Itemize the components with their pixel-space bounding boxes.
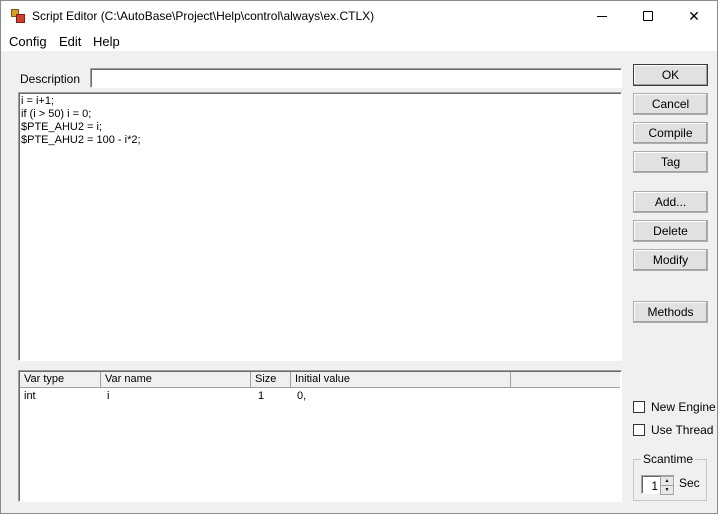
- close-button[interactable]: ✕: [671, 1, 717, 31]
- column-header-size[interactable]: Size: [251, 372, 291, 388]
- scantime-spinner[interactable]: 1 ▲ ▼: [641, 475, 675, 495]
- scantime-unit: Sec: [679, 476, 700, 490]
- cell-var-name: i: [107, 390, 110, 402]
- use-thread-checkbox[interactable]: Use Thread: [633, 423, 713, 437]
- column-header-var-name[interactable]: Var name: [101, 372, 251, 388]
- script-editor[interactable]: i = i+1; if (i > 50) i = 0; $PTE_AHU2 = …: [18, 92, 622, 361]
- variables-list[interactable]: Var type Var name Size Initial value int…: [18, 370, 622, 502]
- variables-header: Var type Var name Size Initial value: [20, 372, 620, 388]
- cancel-button[interactable]: Cancel: [633, 93, 708, 115]
- script-line: $PTE_AHU2 = i;: [21, 121, 103, 133]
- menu-bar: Config Edit Help: [1, 31, 717, 51]
- scantime-group: Scantime 1 ▲ ▼ Sec: [633, 452, 707, 501]
- script-line: $PTE_AHU2 = 100 - i*2;: [21, 134, 141, 146]
- compile-button[interactable]: Compile: [633, 122, 708, 144]
- new-engine-checkbox[interactable]: New Engine: [633, 400, 716, 414]
- menu-config[interactable]: Config: [9, 34, 47, 49]
- spin-down-icon[interactable]: ▼: [661, 486, 673, 494]
- table-row[interactable]: int i 1 0,: [20, 390, 620, 404]
- maximize-button[interactable]: [625, 1, 671, 31]
- script-line: if (i > 50) i = 0;: [21, 108, 92, 120]
- title-bar[interactable]: Script Editor (C:\AutoBase\Project\Help\…: [1, 1, 717, 31]
- spin-buttons: ▲ ▼: [660, 476, 674, 495]
- menu-help[interactable]: Help: [93, 34, 120, 49]
- cell-size: 1: [258, 390, 265, 402]
- column-header-var-type[interactable]: Var type: [20, 372, 101, 388]
- app-icon: [11, 9, 25, 23]
- modify-button[interactable]: Modify: [633, 249, 708, 271]
- cell-initial-value: 0,: [297, 390, 307, 402]
- maximize-icon: [643, 11, 653, 21]
- script-line: i = i+1;: [21, 95, 55, 107]
- use-thread-checkbox-box[interactable]: [633, 424, 645, 436]
- tag-button[interactable]: Tag: [633, 151, 708, 173]
- new-engine-checkbox-box[interactable]: [633, 401, 645, 413]
- minimize-button[interactable]: [579, 1, 625, 31]
- delete-button[interactable]: Delete: [633, 220, 708, 242]
- scantime-label: Scantime: [641, 452, 696, 466]
- column-header-initial-value[interactable]: Initial value: [291, 372, 511, 388]
- use-thread-label: Use Thread: [651, 423, 714, 437]
- description-label: Description: [20, 72, 81, 86]
- script-editor-window: Script Editor (C:\AutoBase\Project\Help\…: [0, 0, 718, 514]
- minimize-icon: [597, 15, 607, 17]
- new-engine-label: New Engine: [651, 400, 716, 414]
- add-button[interactable]: Add...: [633, 191, 708, 213]
- cell-var-type: int: [24, 390, 36, 402]
- spin-up-icon[interactable]: ▲: [661, 477, 673, 486]
- close-icon: ✕: [688, 7, 700, 24]
- window-title: Script Editor (C:\AutoBase\Project\Help\…: [32, 9, 375, 23]
- methods-button[interactable]: Methods: [633, 301, 708, 323]
- description-input[interactable]: [90, 68, 622, 88]
- ok-button[interactable]: OK: [633, 64, 708, 86]
- menu-edit[interactable]: Edit: [59, 34, 81, 49]
- scantime-value[interactable]: 1: [642, 476, 660, 495]
